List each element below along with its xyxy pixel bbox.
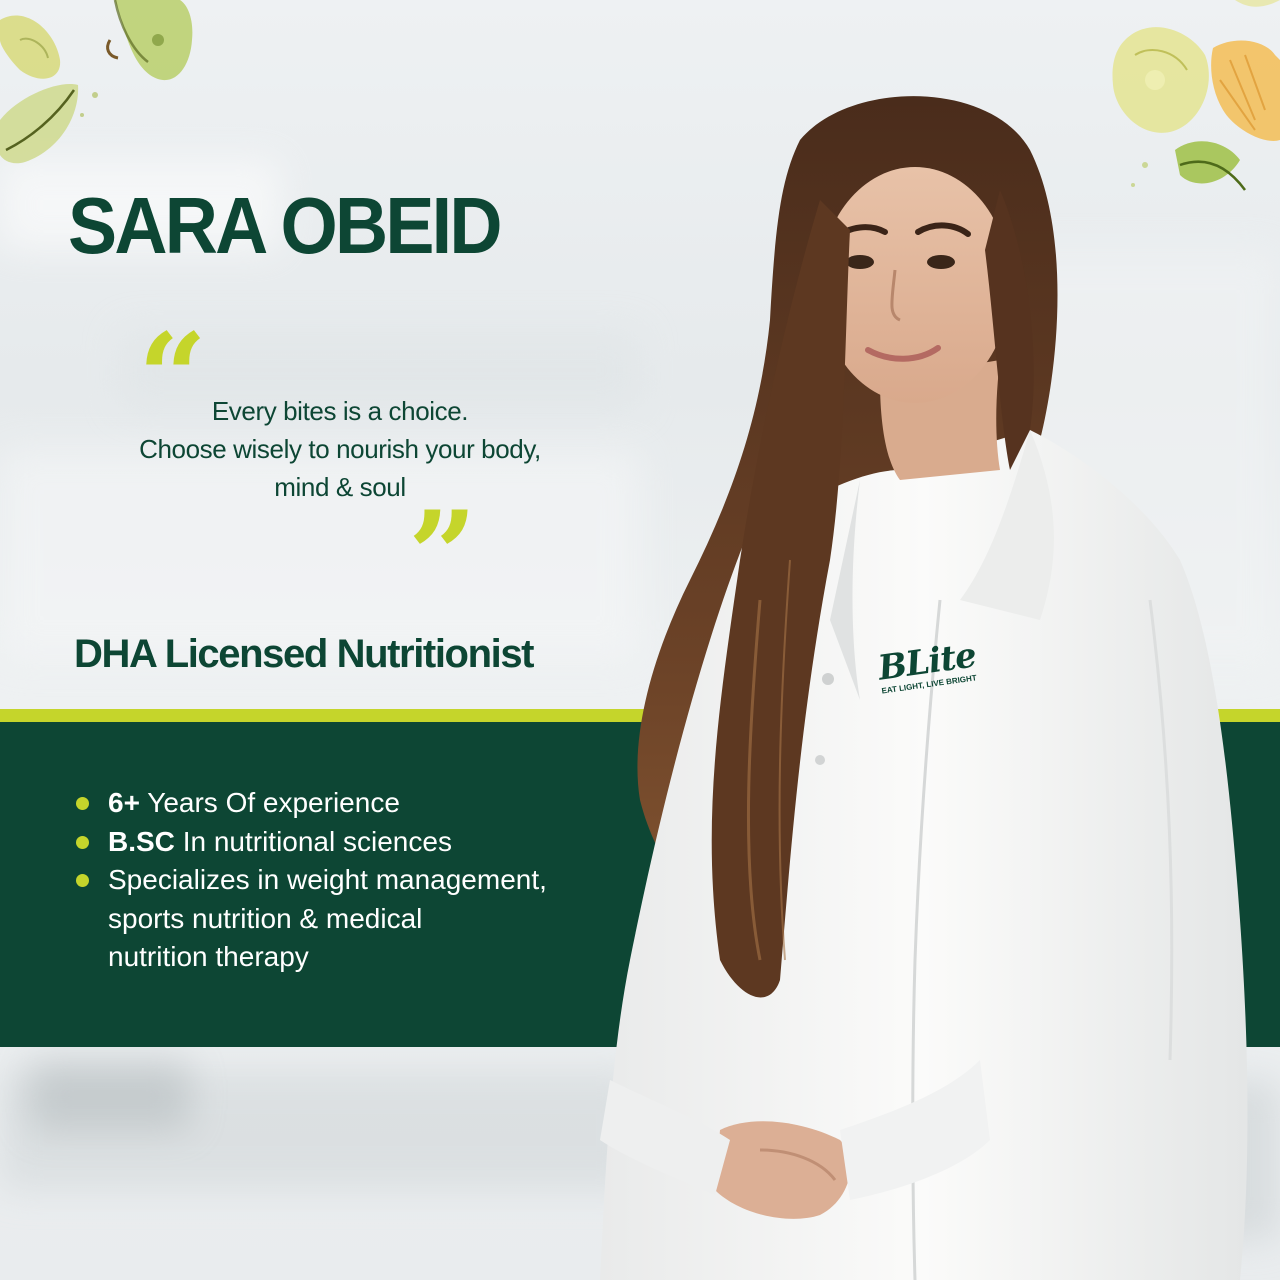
credential-text: Years Of experience xyxy=(147,787,400,818)
quote-line: Choose wisely to nourish your body, xyxy=(139,434,541,464)
nutritionist-name: SARA OBEID xyxy=(68,181,503,270)
background-furniture xyxy=(30,1060,190,1130)
bullet-icon xyxy=(76,835,89,849)
bullet-icon xyxy=(76,797,89,810)
quote-line: mind & soul xyxy=(274,472,406,502)
credential-text: In nutritional sciences xyxy=(182,825,452,857)
credential-highlight: 6+ xyxy=(108,787,140,818)
pear-slices-illustration xyxy=(0,0,193,164)
bullet-icon xyxy=(76,874,89,887)
job-title: DHA Licensed Nutritionist xyxy=(74,632,535,676)
poster: SARA OBEID “ Every bites is a choice. Ch… xyxy=(0,0,1280,1280)
quote-text: Every bites is a choice. Choose wisely t… xyxy=(60,392,620,506)
close-quote-icon: ” xyxy=(408,485,478,626)
quote-line: Every bites is a choice. xyxy=(211,396,469,426)
credential-highlight: B.SC xyxy=(108,825,175,857)
